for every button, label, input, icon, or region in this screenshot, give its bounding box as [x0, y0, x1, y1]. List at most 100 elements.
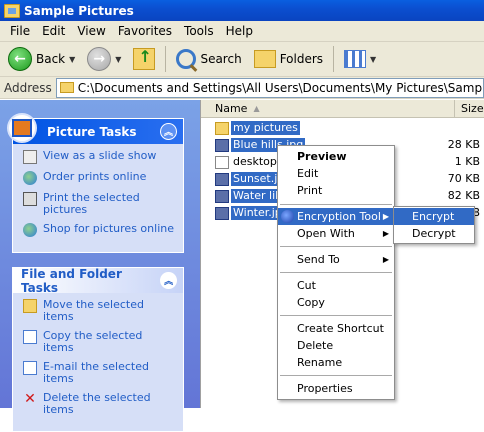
menu-item-label: Encryption Tool: [297, 210, 381, 223]
settings-file-icon: [215, 155, 229, 169]
menu-item-label: Open With: [297, 227, 355, 240]
menu-item-copy[interactable]: Copy: [278, 294, 394, 311]
menu-separator: [280, 246, 392, 247]
column-name-label: Name: [215, 102, 248, 115]
task-pane: Picture Tasks ︽ View as a slide show Ord…: [0, 100, 200, 432]
file-tasks-title: File and Folder Tasks: [21, 266, 122, 295]
column-name-header[interactable]: Name ▲: [201, 100, 455, 117]
context-menu: Preview Edit Print Encryption Tool ▶ Ope…: [277, 145, 395, 400]
task-shop-pictures[interactable]: Shop for pictures online: [23, 223, 175, 237]
back-dropdown-icon[interactable]: ▼: [69, 55, 75, 64]
task-label: Copy the selected items: [43, 329, 143, 354]
folder-icon: [215, 121, 229, 135]
collapse-icon[interactable]: ︽: [160, 272, 177, 289]
file-size: 1 KB: [454, 155, 480, 168]
menu-edit[interactable]: Edit: [36, 24, 71, 38]
search-button[interactable]: Search: [172, 45, 245, 73]
title-bar: Sample Pictures: [0, 0, 484, 21]
submenu-arrow-icon: ▶: [382, 255, 389, 264]
column-size-label: Size: [461, 102, 484, 115]
menu-item-send-to[interactable]: Send To ▶: [278, 251, 394, 268]
column-size-header[interactable]: Size: [455, 100, 484, 117]
task-delete[interactable]: ✕ Delete the selected items: [23, 392, 175, 416]
menu-separator: [280, 272, 392, 273]
picture-tasks-icon: [7, 113, 37, 143]
sort-ascending-icon: ▲: [253, 104, 260, 113]
image-file-icon: [215, 172, 229, 186]
address-path: C:\Documents and Settings\All Users\Docu…: [77, 80, 484, 95]
encryption-tool-icon: [281, 210, 294, 223]
menu-view[interactable]: View: [71, 24, 111, 38]
file-size: 28 KB: [447, 138, 480, 151]
search-label: Search: [200, 52, 242, 66]
menu-separator: [280, 204, 392, 205]
window-title: Sample Pictures: [24, 3, 134, 18]
file-tasks-header[interactable]: File and Folder Tasks ︽: [13, 266, 183, 295]
file-name: my pictures: [231, 121, 300, 135]
up-folder-button[interactable]: [129, 45, 159, 73]
menu-item-delete[interactable]: Delete: [278, 337, 394, 354]
task-label: View as a slide show: [43, 149, 157, 162]
menu-item-print[interactable]: Print: [278, 182, 394, 199]
picture-tasks-body: View as a slide show Order prints online…: [13, 144, 183, 252]
menu-tools[interactable]: Tools: [178, 24, 220, 38]
copy-icon: [23, 330, 37, 344]
task-move[interactable]: Move the selected items: [23, 299, 175, 323]
picture-tasks-title: Picture Tasks: [47, 124, 137, 139]
search-icon: [176, 49, 197, 69]
menu-help[interactable]: Help: [220, 24, 259, 38]
task-label: Delete the selected items: [43, 391, 151, 416]
menu-item-rename[interactable]: Rename: [278, 354, 394, 371]
image-file-icon: [215, 138, 229, 152]
forward-dropdown-icon[interactable]: ▼: [115, 55, 121, 64]
views-dropdown-icon[interactable]: ▼: [370, 55, 376, 64]
task-copy[interactable]: Copy the selected items: [23, 330, 175, 354]
folder-icon: [59, 82, 74, 93]
menu-file[interactable]: File: [4, 24, 36, 38]
encryption-submenu: Encrypt Decrypt: [393, 206, 475, 244]
menu-item-open-with[interactable]: Open With ▶: [278, 225, 394, 242]
file-row[interactable]: my pictures: [215, 120, 300, 136]
image-file-icon: [215, 189, 229, 203]
menu-item-label: Send To: [297, 253, 340, 266]
printer-icon: [23, 192, 37, 206]
delete-icon: ✕: [24, 391, 36, 407]
views-button[interactable]: ▼: [340, 45, 380, 73]
menu-bar: File Edit View Favorites Tools Help: [0, 21, 484, 42]
image-file-icon: [215, 206, 229, 220]
file-tasks-body: Move the selected items Copy the selecte…: [13, 293, 183, 431]
address-bar: Address C:\Documents and Settings\All Us…: [0, 77, 484, 99]
menu-item-edit[interactable]: Edit: [278, 165, 394, 182]
toolbar: ← Back ▼ → ▼ Search Folders ▼: [0, 42, 484, 77]
menu-separator: [280, 375, 392, 376]
back-button[interactable]: ← Back ▼: [4, 45, 79, 73]
menu-item-encryption-tool[interactable]: Encryption Tool ▶: [278, 208, 394, 225]
globe-icon: [23, 223, 37, 237]
collapse-icon[interactable]: ︽: [160, 123, 177, 140]
task-email[interactable]: E-mail the selected items: [23, 361, 175, 385]
folders-icon: [253, 50, 276, 68]
move-icon: [23, 299, 37, 313]
task-label: Order prints online: [43, 170, 147, 183]
toolbar-divider: [333, 46, 335, 72]
picture-tasks-header[interactable]: Picture Tasks ︽: [7, 113, 183, 144]
menu-item-preview[interactable]: Preview: [278, 148, 394, 165]
menu-item-decrypt[interactable]: Decrypt: [394, 225, 474, 242]
task-print-pictures[interactable]: Print the selected pictures: [23, 192, 175, 216]
forward-button[interactable]: → ▼: [83, 45, 125, 73]
menu-favorites[interactable]: Favorites: [112, 24, 178, 38]
picture-tasks-panel: Picture Tasks ︽ View as a slide show Ord…: [7, 113, 184, 253]
address-label: Address: [4, 80, 52, 95]
back-label: Back: [36, 52, 66, 66]
menu-item-create-shortcut[interactable]: Create Shortcut: [278, 320, 394, 337]
task-slideshow[interactable]: View as a slide show: [23, 150, 175, 164]
toolbar-divider: [165, 46, 167, 72]
address-input[interactable]: C:\Documents and Settings\All Users\Docu…: [55, 77, 484, 98]
file-size: 70 KB: [447, 172, 480, 185]
up-folder-icon: [133, 47, 156, 70]
menu-item-properties[interactable]: Properties: [278, 380, 394, 397]
task-order-prints[interactable]: Order prints online: [23, 171, 175, 185]
folders-button[interactable]: Folders: [250, 45, 327, 73]
menu-item-cut[interactable]: Cut: [278, 277, 394, 294]
menu-item-encrypt[interactable]: Encrypt: [394, 208, 474, 225]
